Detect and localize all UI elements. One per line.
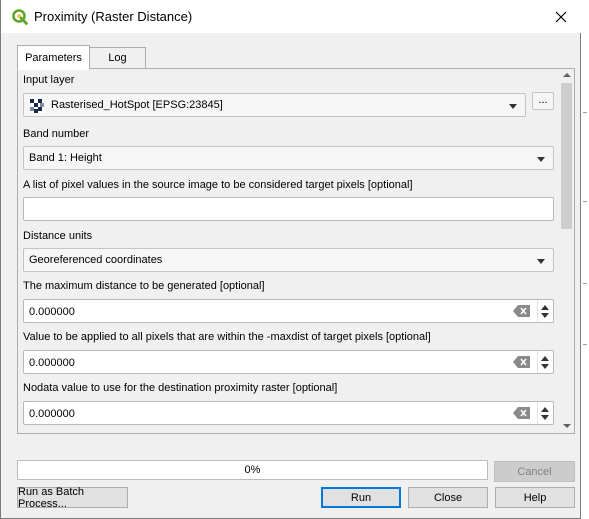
chevron-down-icon <box>537 157 545 162</box>
tab-parameters[interactable]: Parameters <box>17 45 90 70</box>
band-number-value: Band 1: Height <box>29 152 102 164</box>
distance-units-combo[interactable]: Georeferenced coordinates <box>23 248 554 272</box>
chevron-down-icon <box>509 104 517 109</box>
nodata-spinbox[interactable]: 0.000000 <box>23 401 554 425</box>
spin-down-icon[interactable] <box>541 364 549 369</box>
spin-down-icon[interactable] <box>541 415 549 420</box>
scrollbar-thumb[interactable] <box>561 83 572 229</box>
scroll-up-icon[interactable] <box>563 73 571 77</box>
close-window-button[interactable] <box>541 0 581 33</box>
qgis-icon <box>12 9 28 25</box>
cancel-button[interactable]: Cancel <box>494 461 575 482</box>
max-distance-spinbox[interactable]: 0.000000 <box>23 299 554 323</box>
clear-icon[interactable] <box>513 407 530 419</box>
run-as-batch-button[interactable]: Run as Batch Process... <box>17 486 128 510</box>
clear-icon[interactable] <box>513 305 530 317</box>
band-number-combo[interactable]: Band 1: Height <box>23 146 554 170</box>
window-title: Proximity (Raster Distance) <box>34 9 193 24</box>
parameters-panel: Input layer Rasterised_HotSpot [EPSG:238… <box>17 68 575 434</box>
input-layer-value: Rasterised_HotSpot [EPSG:23845] <box>51 99 223 111</box>
nodata-label: Nodata value to use for the destination … <box>23 382 338 394</box>
input-layer-combo[interactable]: Rasterised_HotSpot [EPSG:23845] <box>23 93 526 117</box>
band-number-label: Band number <box>23 128 90 140</box>
parameters-scroll-area: Input layer Rasterised_HotSpot [EPSG:238… <box>18 69 559 433</box>
distance-units-value: Georeferenced coordinates <box>29 254 163 266</box>
clear-icon[interactable] <box>513 356 530 368</box>
tab-log[interactable]: Log <box>89 47 146 69</box>
target-pixels-label: A list of pixel values in the source ima… <box>23 179 413 191</box>
title-bar: Proximity (Raster Distance) <box>1 0 581 33</box>
spin-up-icon[interactable] <box>541 305 549 310</box>
fixed-value-spinbox[interactable]: 0.000000 <box>23 350 554 374</box>
spin-up-icon[interactable] <box>541 407 549 412</box>
distance-units-label: Distance units <box>23 230 93 242</box>
progress-text: 0% <box>244 464 261 476</box>
chevron-down-icon <box>537 259 545 264</box>
spin-up-icon[interactable] <box>541 356 549 361</box>
fixed-value-label: Value to be applied to all pixels that a… <box>23 331 431 343</box>
vertical-scrollbar[interactable] <box>559 69 574 433</box>
scroll-down-icon[interactable] <box>563 424 571 428</box>
target-pixels-input[interactable] <box>23 197 554 221</box>
spin-down-icon[interactable] <box>541 313 549 318</box>
proximity-dialog: Proximity (Raster Distance) Parameters L… <box>0 0 581 519</box>
fixed-value-value: 0.000000 <box>29 357 75 369</box>
max-distance-value: 0.000000 <box>29 306 75 318</box>
run-button[interactable]: Run <box>321 487 401 508</box>
background-window-edge <box>581 0 589 519</box>
raster-layer-icon <box>30 99 44 113</box>
nodata-value: 0.000000 <box>29 408 75 420</box>
help-button[interactable]: Help <box>495 487 575 508</box>
input-layer-label: Input layer <box>23 74 75 86</box>
close-button[interactable]: Close <box>408 487 488 508</box>
progress-bar: 0% <box>17 460 488 480</box>
browse-layer-button[interactable]: ... <box>532 92 554 110</box>
max-distance-label: The maximum distance to be generated [op… <box>23 280 265 292</box>
close-icon <box>555 11 567 22</box>
